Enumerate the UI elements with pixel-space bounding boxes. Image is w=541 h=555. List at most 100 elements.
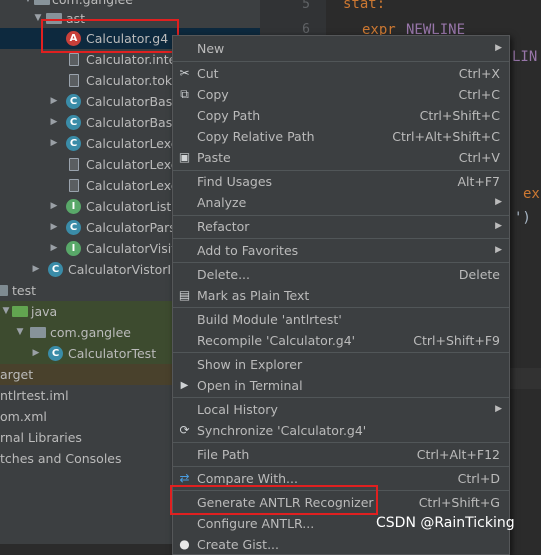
menu-label: Recompile 'Calculator.g4' bbox=[197, 333, 356, 348]
menu-label: Copy Path bbox=[197, 108, 261, 123]
menu-label: Copy Relative Path bbox=[197, 129, 315, 144]
sync-icon: ⟳ bbox=[179, 423, 190, 437]
paste-icon: ▣ bbox=[178, 150, 191, 164]
chevron-right-icon[interactable]: ▶ bbox=[48, 196, 60, 217]
menu-shortcut: Ctrl+Shift+F9 bbox=[413, 333, 500, 348]
menu-item-paste[interactable]: ▣ Paste Ctrl+V bbox=[173, 147, 509, 168]
tree-label: CalculatorLexer bbox=[86, 136, 184, 151]
menu-shortcut: Ctrl+D bbox=[457, 471, 500, 486]
chevron-right-icon[interactable]: ▶ bbox=[48, 133, 60, 154]
menu-item-build-module[interactable]: Build Module 'antlrtest' bbox=[173, 309, 509, 330]
tree-label: ntlrtest.iml bbox=[0, 388, 69, 403]
tree-row-ast[interactable]: ▼ ast bbox=[0, 8, 260, 29]
menu-label: Paste bbox=[197, 150, 231, 165]
menu-item-open-in-terminal[interactable]: ▶ Open in Terminal bbox=[173, 375, 509, 396]
menu-item-recompile[interactable]: Recompile 'Calculator.g4' Ctrl+Shift+F9 bbox=[173, 330, 509, 351]
tree-label: CalculatorVisito bbox=[86, 241, 184, 256]
menu-label: Mark as Plain Text bbox=[197, 288, 310, 303]
text-file-icon bbox=[69, 53, 79, 66]
chevron-down-icon[interactable]: ▼ bbox=[32, 8, 44, 29]
class-icon: C bbox=[66, 136, 81, 151]
line-number: 5 bbox=[302, 0, 310, 12]
menu-label: Refactor bbox=[197, 219, 250, 234]
menu-item-mark-plain-text[interactable]: ▤ Mark as Plain Text bbox=[173, 285, 509, 306]
menu-label: Show in Explorer bbox=[197, 357, 303, 372]
submenu-arrow-icon: ▶ bbox=[495, 43, 502, 53]
chevron-down-icon[interactable]: ▼ bbox=[14, 322, 26, 343]
menu-label: Find Usages bbox=[197, 174, 273, 189]
menu-shortcut: Ctrl+Shift+C bbox=[419, 108, 500, 123]
menu-item-copy[interactable]: ⧉ Copy Ctrl+C bbox=[173, 84, 509, 105]
menu-item-create-gist[interactable]: ● Create Gist... bbox=[173, 534, 509, 554]
menu-label: Local History bbox=[197, 402, 278, 417]
class-icon: C bbox=[66, 115, 81, 130]
tree-label: com.ganglee bbox=[50, 325, 131, 340]
package-icon bbox=[46, 13, 62, 24]
tree-label: java bbox=[31, 304, 58, 319]
menu-label: Synchronize 'Calculator.g4' bbox=[197, 423, 367, 438]
chevron-right-icon[interactable]: ▶ bbox=[48, 91, 60, 112]
menu-label: New bbox=[197, 41, 225, 56]
code-token: stat: bbox=[343, 0, 386, 12]
folder-icon bbox=[0, 285, 8, 296]
folder-icon bbox=[12, 306, 28, 317]
tree-label: ast bbox=[66, 11, 86, 26]
copy-icon: ⧉ bbox=[180, 87, 189, 101]
text-file-icon bbox=[69, 158, 79, 171]
code-token: ex bbox=[523, 186, 540, 202]
menu-item-compare-with[interactable]: ⇄ Compare With... Ctrl+D bbox=[173, 468, 509, 489]
menu-label: Delete... bbox=[197, 267, 250, 282]
menu-shortcut: Ctrl+C bbox=[458, 87, 500, 102]
chevron-right-icon[interactable]: ▶ bbox=[30, 343, 42, 364]
menu-item-new[interactable]: New ▶ bbox=[173, 38, 509, 59]
menu-item-local-history[interactable]: Local History ▶ bbox=[173, 399, 509, 420]
menu-item-find-usages[interactable]: Find Usages Alt+F7 bbox=[173, 171, 509, 192]
tree-label: Calculator.inter bbox=[86, 52, 182, 67]
menu-separator bbox=[173, 466, 509, 467]
menu-label: Create Gist... bbox=[197, 537, 280, 552]
tree-label: CalculatorTest bbox=[68, 346, 157, 361]
menu-item-analyze[interactable]: Analyze ▶ bbox=[173, 192, 509, 213]
code-token: LIN bbox=[512, 49, 538, 65]
chevron-right-icon[interactable]: ▶ bbox=[48, 112, 60, 133]
chevron-right-icon[interactable]: ▶ bbox=[30, 259, 42, 280]
caret-row bbox=[510, 368, 541, 389]
chevron-down-icon[interactable]: ▼ bbox=[0, 301, 12, 322]
chevron-right-icon[interactable]: ▶ bbox=[48, 238, 60, 259]
tree-label: Calculator.toke bbox=[86, 73, 180, 88]
menu-item-file-path[interactable]: File Path Ctrl+Alt+F12 bbox=[173, 444, 509, 465]
menu-item-generate-antlr-recognizer[interactable]: Generate ANTLR Recognizer Ctrl+Shift+G bbox=[173, 492, 509, 513]
context-menu: New ▶ ✂ Cut Ctrl+X ⧉ Copy Ctrl+C Copy Pa… bbox=[172, 35, 510, 555]
tree-label: CalculatorBase bbox=[86, 115, 180, 130]
text-file-icon bbox=[69, 179, 79, 192]
class-icon: C bbox=[66, 220, 81, 235]
menu-item-copy-relative-path[interactable]: Copy Relative Path Ctrl+Alt+Shift+C bbox=[173, 126, 509, 147]
menu-item-show-in-explorer[interactable]: Show in Explorer bbox=[173, 354, 509, 375]
plain-text-icon: ▤ bbox=[178, 288, 191, 302]
menu-separator bbox=[173, 238, 509, 239]
class-icon: C bbox=[48, 346, 63, 361]
class-icon: C bbox=[48, 262, 63, 277]
menu-label: Generate ANTLR Recognizer bbox=[197, 495, 374, 510]
menu-item-copy-path[interactable]: Copy Path Ctrl+Shift+C bbox=[173, 105, 509, 126]
text-file-icon bbox=[69, 74, 79, 87]
tree-label: CalculatorLexer bbox=[86, 157, 184, 172]
menu-separator bbox=[173, 490, 509, 491]
menu-item-synchronize[interactable]: ⟳ Synchronize 'Calculator.g4' bbox=[173, 420, 509, 441]
menu-item-cut[interactable]: ✂ Cut Ctrl+X bbox=[173, 63, 509, 84]
menu-item-delete[interactable]: Delete... Delete bbox=[173, 264, 509, 285]
tree-label: CalculatorVistorIm bbox=[68, 262, 184, 277]
menu-separator bbox=[173, 61, 509, 62]
menu-item-refactor[interactable]: Refactor ▶ bbox=[173, 216, 509, 237]
submenu-arrow-icon: ▶ bbox=[495, 221, 502, 231]
menu-shortcut: Ctrl+X bbox=[458, 66, 500, 81]
tree-label: Calculator.g4 bbox=[86, 31, 169, 46]
menu-separator bbox=[173, 307, 509, 308]
package-icon bbox=[30, 327, 46, 338]
menu-shortcut: Alt+F7 bbox=[457, 174, 500, 189]
code-token: ') bbox=[514, 210, 531, 226]
menu-shortcut: Ctrl+Shift+G bbox=[418, 495, 500, 510]
menu-item-add-to-favorites[interactable]: Add to Favorites ▶ bbox=[173, 240, 509, 261]
chevron-right-icon[interactable]: ▶ bbox=[48, 217, 60, 238]
tree-label: arget bbox=[0, 367, 34, 382]
